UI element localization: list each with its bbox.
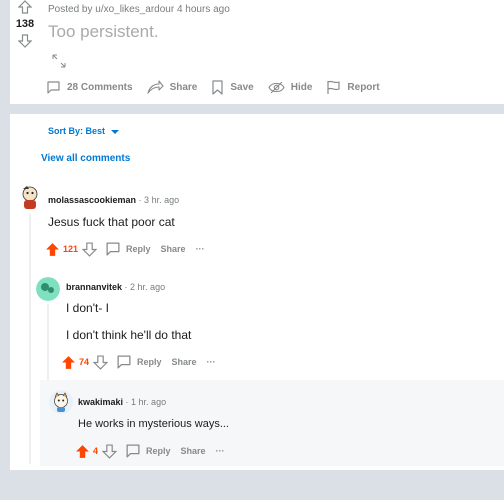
comment-score: 4 xyxy=(93,446,99,456)
post-vote-column: 138 xyxy=(10,0,40,48)
comment-timestamp[interactable]: · 1 hr. ago xyxy=(126,397,167,407)
avatar[interactable] xyxy=(17,184,43,210)
post-actions-bar: 28 Comments Share Save Hide Report xyxy=(46,80,394,95)
hide-label: Hide xyxy=(290,82,313,93)
comment-icon xyxy=(47,81,60,94)
upvote-icon[interactable] xyxy=(45,242,60,257)
comment-username[interactable]: brannanvitek xyxy=(66,282,122,292)
comment-username[interactable]: molassascookieman xyxy=(48,195,136,205)
flag-icon xyxy=(327,80,341,94)
comment-body: Jesus fuck that poor cat xyxy=(48,215,175,229)
comment-score: 121 xyxy=(63,244,79,254)
comment-icon xyxy=(126,444,140,458)
more-options-icon[interactable]: ··· xyxy=(216,446,225,456)
comments-label: 28 Comments xyxy=(67,82,133,93)
report-label: Report xyxy=(347,82,380,93)
share-button[interactable]: Share xyxy=(172,357,197,367)
share-button[interactable]: Share xyxy=(147,80,198,95)
comment-icon xyxy=(106,242,120,256)
comment-timestamp[interactable]: · 2 hr. ago xyxy=(125,282,166,292)
share-label: Share xyxy=(169,82,198,93)
avatar[interactable] xyxy=(49,390,73,414)
bookmark-icon xyxy=(212,80,223,95)
post-card: 138 Posted by u/xo_likes_ardour 4 hours … xyxy=(10,0,504,104)
downvote-icon[interactable] xyxy=(102,443,118,459)
view-all-comments-link[interactable]: View all comments xyxy=(41,153,130,164)
upvote-icon[interactable] xyxy=(18,0,32,14)
post-title[interactable]: Too persistent. xyxy=(48,22,159,42)
downvote-icon[interactable] xyxy=(93,354,109,370)
post-score: 138 xyxy=(15,18,35,30)
chevron-down-icon xyxy=(111,129,120,134)
comment-timestamp[interactable]: · 3 hr. ago xyxy=(139,195,180,205)
report-button[interactable]: Report xyxy=(326,80,380,95)
comment-icon xyxy=(117,355,131,369)
more-options-icon[interactable]: ··· xyxy=(196,244,205,254)
sort-by-label: Sort By: Best xyxy=(48,126,106,136)
share-button[interactable]: Share xyxy=(161,244,186,254)
comment-body: He works in mysterious ways... xyxy=(78,418,229,430)
downvote-icon[interactable] xyxy=(18,34,32,48)
upvote-icon[interactable] xyxy=(75,444,90,459)
hide-eye-icon xyxy=(268,81,285,94)
comments-card: Sort By: Best View all comments molassas… xyxy=(10,114,504,470)
share-button[interactable]: Share xyxy=(181,446,206,456)
expand-icon[interactable] xyxy=(52,54,66,68)
reply-button[interactable]: Reply xyxy=(137,357,162,367)
more-options-icon[interactable]: ··· xyxy=(207,357,216,367)
avatar[interactable] xyxy=(36,277,60,301)
comment-actions: 4 Reply Share ··· xyxy=(75,443,225,459)
comment-actions: 121 Reply Share ··· xyxy=(45,241,205,257)
save-button[interactable]: Save xyxy=(211,80,254,95)
comment-username[interactable]: kwakimaki xyxy=(78,397,123,407)
reply-button[interactable]: Reply xyxy=(126,244,151,254)
comment-meta: brannanvitek · 2 hr. ago xyxy=(66,282,165,292)
hide-button[interactable]: Hide xyxy=(268,81,313,94)
comment-body-line: I don't think he'll do that xyxy=(66,328,192,342)
share-icon xyxy=(147,80,164,94)
downvote-icon[interactable] xyxy=(82,241,98,257)
post-meta: Posted by u/xo_likes_ardour 4 hours ago xyxy=(48,4,230,15)
comments-button[interactable]: 28 Comments xyxy=(46,80,133,95)
comment-meta: molassascookieman · 3 hr. ago xyxy=(48,195,179,205)
comment-actions: 74 Reply Share ··· xyxy=(61,354,216,370)
comment-score: 74 xyxy=(79,357,90,367)
save-label: Save xyxy=(230,82,254,93)
comment-meta: kwakimaki · 1 hr. ago xyxy=(78,397,166,407)
sort-by-dropdown[interactable]: Sort By: Best xyxy=(48,126,120,136)
comment-body-line: I don't- I xyxy=(66,301,109,315)
thread-line[interactable] xyxy=(29,214,31,464)
reply-button[interactable]: Reply xyxy=(146,446,171,456)
upvote-icon[interactable] xyxy=(61,355,76,370)
